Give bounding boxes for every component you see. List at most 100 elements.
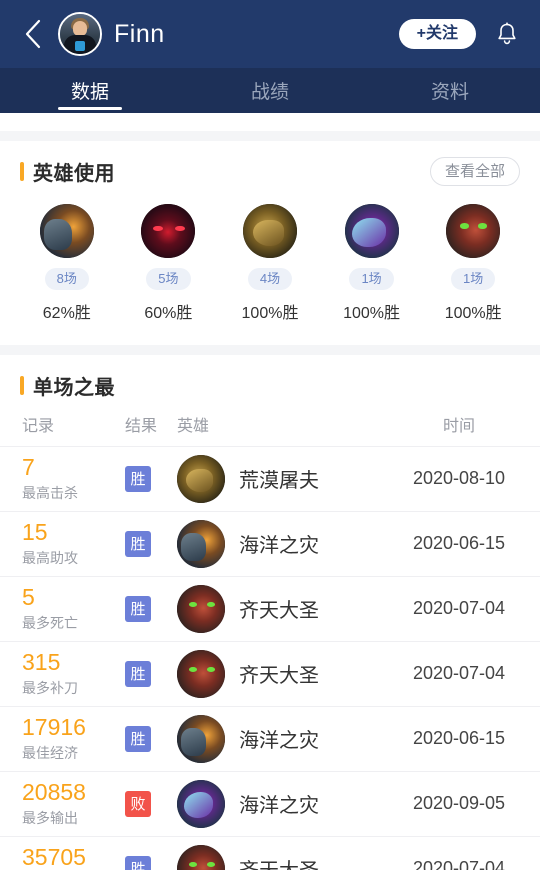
tab-profile-label: 资料	[430, 82, 469, 103]
view-all-button[interactable]: 查看全部	[429, 157, 520, 186]
bell-icon[interactable]	[490, 17, 524, 51]
hero-name: 海洋之灾	[239, 535, 319, 558]
hero-usage-item[interactable]: 1场 100%胜	[321, 204, 423, 323]
hero-portrait	[39, 204, 94, 258]
hero-usage-item[interactable]: 5场 60%胜	[118, 204, 220, 323]
section-divider-middle	[0, 344, 540, 355]
table-row[interactable]: 15 最高助攻 胜 海洋之灾 2020-06-15	[0, 512, 540, 577]
hero-usage-item[interactable]: 1场 100%胜	[422, 204, 524, 323]
result-cell: 胜	[125, 465, 177, 492]
hero-games-badge: 1场	[349, 268, 394, 290]
hero-portrait-art	[446, 204, 501, 258]
record-cell: 15 最高助攻	[0, 518, 125, 568]
record-value: 15	[22, 518, 48, 545]
hero-portrait	[177, 714, 225, 763]
hero-cell: 海洋之灾	[177, 714, 378, 763]
hero-portrait	[177, 519, 225, 568]
hero-portrait-art	[177, 584, 225, 633]
hero-winrate: 60%胜	[144, 304, 193, 322]
table-row[interactable]: 17916 最佳经济 胜 海洋之灾 2020-06-15	[0, 707, 540, 772]
status-badge: 胜	[125, 725, 151, 752]
record-value: 20858	[22, 778, 86, 805]
table-row[interactable]: 20858 最多输出 败 海洋之灾 2020-09-05	[0, 772, 540, 837]
hero-portrait-art	[177, 454, 225, 503]
result-cell: 胜	[125, 530, 177, 557]
player-name: Finn	[114, 19, 165, 48]
hero-cell: 齐天大圣	[177, 844, 378, 870]
status-badge: 胜	[125, 465, 151, 492]
status-badge: 胜	[125, 595, 151, 622]
table-row[interactable]: 5 最多死亡 胜 齐天大圣 2020-07-04	[0, 577, 540, 642]
record-cell: 7 最高击杀	[0, 454, 125, 503]
hero-portrait	[177, 779, 225, 828]
hero-usage-header: 英雄使用 查看全部	[0, 141, 540, 192]
record-value: 315	[22, 648, 61, 675]
hero-portrait	[344, 204, 399, 258]
tab-profile[interactable]: 资料	[360, 68, 540, 113]
hero-portrait-art	[177, 714, 225, 763]
record-label: 最佳经济	[22, 744, 78, 761]
hero-portrait	[177, 844, 225, 870]
avatar-shirt-logo	[75, 41, 85, 51]
table-row[interactable]: 7 最高击杀 胜 荒漠屠夫 2020-08-10	[0, 447, 540, 512]
hero-portrait-art	[177, 844, 225, 870]
hero-name: 齐天大圣	[239, 600, 319, 623]
hero-name: 齐天大圣	[239, 854, 319, 870]
column-header-time: 时间	[442, 417, 475, 435]
hero-name: 海洋之灾	[239, 730, 319, 753]
hero-portrait	[177, 584, 225, 633]
hero-portrait	[141, 204, 196, 258]
follow-button[interactable]: +关注	[398, 19, 476, 49]
hero-cell: 海洋之灾	[177, 779, 378, 828]
column-header-result: 结果	[125, 417, 158, 435]
record-date: 2020-06-15	[412, 728, 506, 749]
hero-portrait-art	[177, 779, 225, 828]
hero-portrait-art	[242, 204, 297, 258]
hero-winrate: 100%胜	[343, 304, 401, 322]
hero-portrait	[242, 204, 297, 258]
record-date: 2020-09-05	[412, 793, 506, 814]
hero-name: 荒漠屠夫	[239, 470, 319, 493]
record-date: 2020-07-04	[412, 598, 506, 619]
back-chevron-icon[interactable]	[16, 12, 50, 56]
records-header: 单场之最	[0, 355, 540, 406]
tab-matches[interactable]: 战绩	[180, 68, 360, 113]
hero-cell: 荒漠屠夫	[177, 454, 378, 503]
status-badge: 败	[125, 790, 151, 817]
table-row[interactable]: 35705 最多承伤 胜 齐天大圣 2020-07-04	[0, 837, 540, 870]
result-cell: 胜	[125, 855, 177, 870]
record-label: 最多补刀	[22, 679, 78, 696]
hero-games-badge: 4场	[247, 268, 293, 290]
hero-games-badge: 5场	[146, 268, 191, 290]
best-match-records-section: 单场之最 记录 结果 英雄 时间 7 最高击杀 胜 荒漠屠夫 2020-08-1…	[0, 354, 540, 870]
hero-name: 海洋之灾	[239, 795, 319, 818]
records-title: 单场之最	[33, 376, 115, 399]
record-date: 2020-07-04	[412, 858, 506, 870]
hero-usage-item[interactable]: 8场 62%胜	[16, 204, 118, 323]
status-badge: 胜	[125, 530, 151, 557]
player-profile-screen: Finn +关注 数据 战绩 资料 英雄使用 查看全部 8场 62%胜 5场 6…	[0, 0, 540, 870]
accent-bar-icon	[20, 375, 24, 395]
record-cell: 35705 最多承伤	[0, 844, 125, 870]
hero-portrait	[446, 204, 501, 258]
hero-winrate: 100%胜	[241, 304, 299, 322]
status-badge: 胜	[125, 855, 151, 870]
hero-portrait-art	[177, 649, 225, 698]
record-date: 2020-07-04	[412, 663, 506, 684]
record-date: 2020-06-15	[412, 533, 506, 554]
tab-bar: 数据 战绩 资料	[0, 68, 540, 113]
hero-portrait	[177, 454, 225, 503]
record-cell: 5 最多死亡	[0, 584, 125, 633]
hero-usage-item[interactable]: 4场 100%胜	[219, 204, 321, 323]
record-cell: 20858 最多输出	[0, 778, 125, 828]
table-row[interactable]: 315 最多补刀 胜 齐天大圣 2020-07-04	[0, 642, 540, 707]
avatar[interactable]	[58, 12, 102, 56]
hero-usage-section: 英雄使用 查看全部 8场 62%胜 5场 60%胜 4场 100%胜 1场 10…	[0, 141, 540, 345]
status-badge: 胜	[125, 660, 151, 687]
record-label: 最多输出	[22, 809, 78, 826]
hero-usage-title: 英雄使用	[33, 163, 115, 185]
hero-portrait	[177, 649, 225, 698]
tab-data[interactable]: 数据	[0, 68, 180, 113]
column-header-record: 记录	[22, 417, 55, 435]
tab-matches-label: 战绩	[250, 82, 289, 103]
